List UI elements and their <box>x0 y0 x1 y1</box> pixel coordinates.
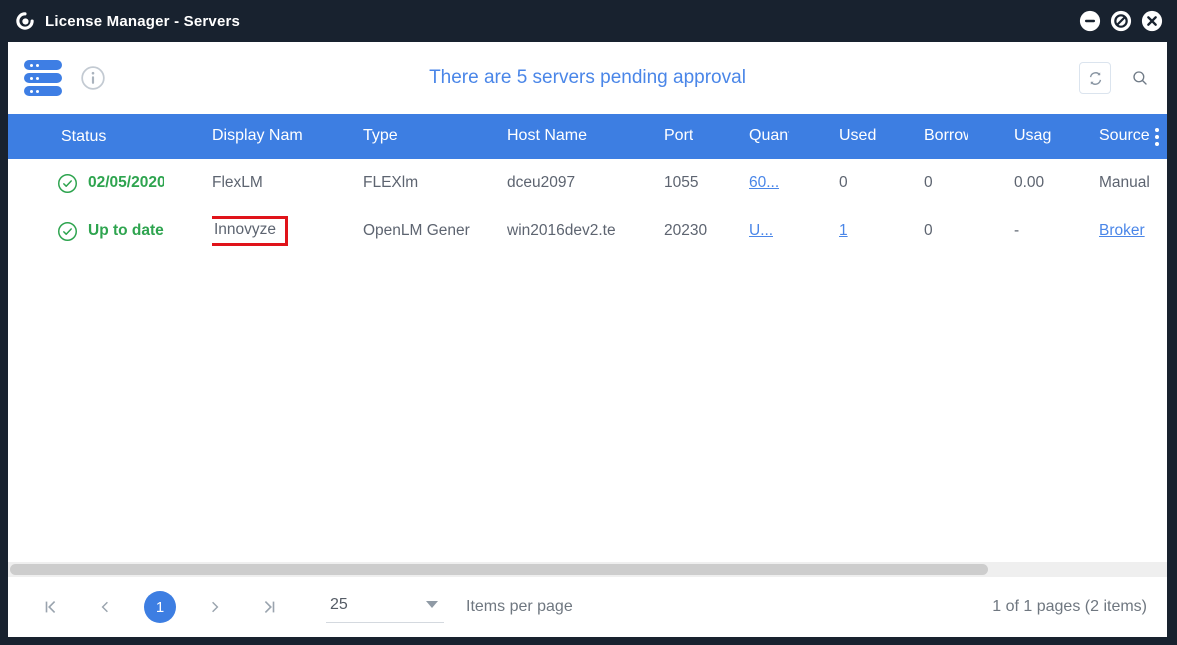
cell-display-name-highlighted: Innovyze <box>212 216 363 245</box>
cell-type: FLEXlm <box>363 174 507 192</box>
page-summary: 1 of 1 pages (2 items) <box>992 598 1147 616</box>
column-header-display-name[interactable]: Display Name <box>212 127 363 145</box>
cell-host-name: dceu2097 <box>507 174 664 192</box>
last-page-button[interactable] <box>254 592 284 622</box>
cell-port: 20230 <box>664 222 749 240</box>
chevron-right-icon <box>207 599 223 615</box>
pager: 1 25 Items per page 1 of 1 pages (2 item… <box>8 577 1167 637</box>
cell-usage: 0.00 <box>1014 174 1099 192</box>
horizontal-scrollbar-track <box>8 562 1167 577</box>
cell-status: 02/05/2020 <box>57 173 212 194</box>
cell-source-link[interactable]: Broker <box>1099 222 1167 240</box>
check-circle-icon <box>57 221 78 242</box>
cell-display-name: FlexLM <box>212 174 363 192</box>
cell-borrowed: 0 <box>924 174 1014 192</box>
items-per-page-value: 25 <box>330 596 348 614</box>
column-header-quantity[interactable]: Quantity <box>749 127 839 145</box>
column-header-status[interactable]: Status <box>57 128 212 146</box>
refresh-button[interactable] <box>1079 62 1111 94</box>
cell-host-name: win2016dev2.te <box>507 222 664 240</box>
cell-source: Manual <box>1099 174 1167 192</box>
table-row[interactable]: Up to date Innovyze OpenLM Gener win2016… <box>8 207 1167 255</box>
window-title: License Manager - Servers <box>45 13 240 30</box>
pending-approval-message: There are 5 servers pending approval <box>8 67 1167 89</box>
next-page-button[interactable] <box>200 592 230 622</box>
chevron-down-icon <box>426 601 438 608</box>
cell-type: OpenLM Gener <box>363 222 507 240</box>
status-up-to-date: Up to date <box>88 222 164 240</box>
chevron-left-icon <box>97 599 113 615</box>
cell-status: Up to date <box>57 221 212 242</box>
license-manager-window: License Manager - Servers Th <box>0 0 1177 645</box>
column-header-type[interactable]: Type <box>363 127 507 145</box>
red-highlight-box: Innovyze <box>212 216 288 245</box>
toolbar: There are 5 servers pending approval <box>8 42 1167 114</box>
cell-used-link[interactable]: 1 <box>839 222 924 240</box>
column-header-port[interactable]: Port <box>664 127 749 145</box>
column-header-usage[interactable]: Usage <box>1014 127 1099 145</box>
close-button[interactable] <box>1141 10 1163 32</box>
search-button[interactable] <box>1129 67 1151 89</box>
grid-header-row: Status Display Name Type Host Name Port … <box>8 114 1167 159</box>
info-icon[interactable] <box>80 65 106 91</box>
last-page-icon <box>260 598 278 616</box>
column-menu-kebab-icon[interactable] <box>1149 114 1165 159</box>
current-page-button[interactable]: 1 <box>144 591 176 623</box>
minimize-button[interactable] <box>1079 10 1101 32</box>
restore-disabled-button[interactable] <box>1110 10 1132 32</box>
column-header-host-name[interactable]: Host Name <box>507 127 664 145</box>
items-per-page-label: Items per page <box>466 598 573 616</box>
table-row[interactable]: 02/05/2020 FlexLM FLEXlm dceu2097 1055 6… <box>8 159 1167 207</box>
cell-quantity-link[interactable]: 60... <box>749 174 839 192</box>
servers-menu-icon[interactable] <box>24 60 62 96</box>
cell-quantity-link[interactable]: U... <box>749 222 839 240</box>
status-date: 02/05/2020 <box>88 174 164 192</box>
first-page-button[interactable] <box>36 592 66 622</box>
check-circle-icon <box>57 173 78 194</box>
previous-page-button[interactable] <box>90 592 120 622</box>
search-icon <box>1131 69 1149 87</box>
first-page-icon <box>42 598 60 616</box>
content-area: There are 5 servers pending approval <box>8 42 1167 637</box>
grid-empty-area <box>8 255 1167 562</box>
titlebar: License Manager - Servers <box>0 0 1177 42</box>
openlm-logo-icon <box>14 10 36 32</box>
cell-usage: - <box>1014 222 1099 240</box>
cell-port: 1055 <box>664 174 749 192</box>
refresh-icon <box>1087 70 1104 87</box>
items-per-page-select[interactable]: 25 <box>326 592 444 623</box>
cell-borrowed: 0 <box>924 222 1014 240</box>
column-header-used[interactable]: Used <box>839 127 924 145</box>
horizontal-scrollbar-thumb[interactable] <box>10 564 988 575</box>
column-header-borrowed[interactable]: Borrowed <box>924 127 1014 145</box>
cell-used: 0 <box>839 174 924 192</box>
